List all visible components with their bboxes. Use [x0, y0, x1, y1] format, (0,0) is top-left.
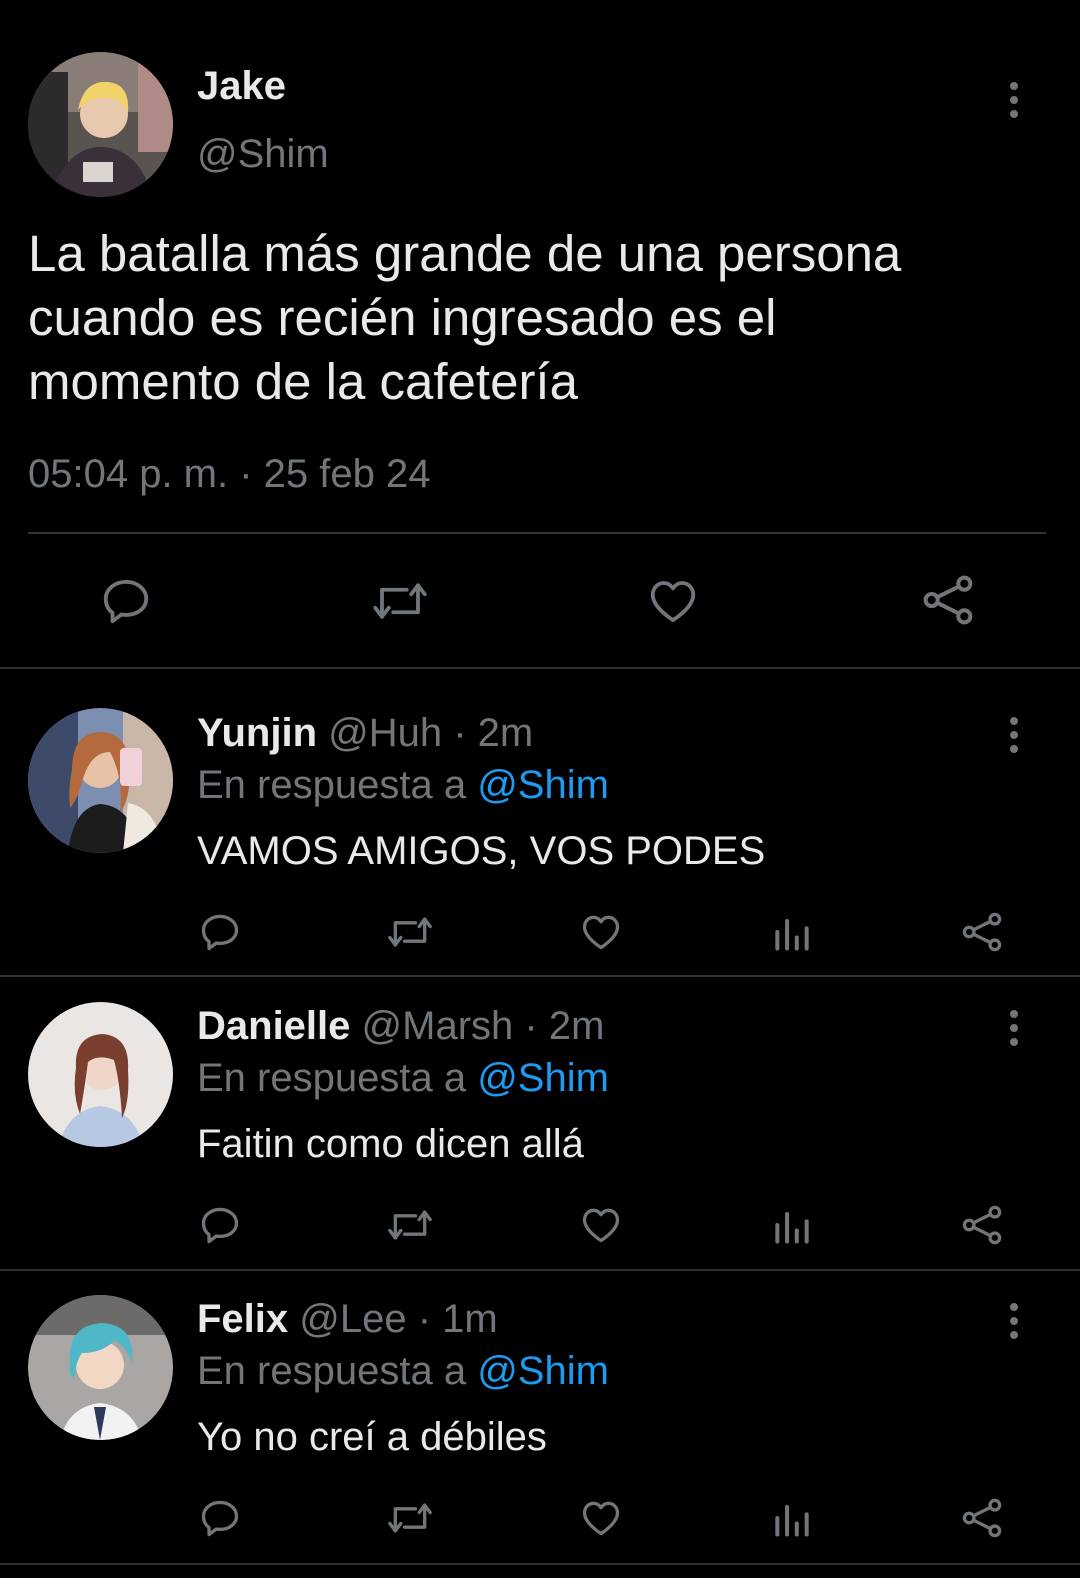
reply-context: En respuesta a @Shim [197, 763, 609, 808]
reply-author-name[interactable]: Yunjin [197, 711, 317, 755]
reply-time: · 2m [524, 1004, 605, 1048]
reply-context-label: En respuesta a [197, 1349, 467, 1393]
tweet-text: La batalla más grande de una persona cua… [28, 222, 901, 414]
tweet-text-line: momento de la cafetería [28, 353, 578, 410]
author-name[interactable]: Jake [197, 64, 286, 109]
views-icon[interactable] [770, 1496, 814, 1540]
reply-to-link[interactable]: @Shim [477, 1056, 609, 1100]
avatar-danielle[interactable] [28, 1002, 173, 1147]
reply-author-handle[interactable]: @Marsh [362, 1004, 514, 1048]
reply-context-label: En respuesta a [197, 763, 467, 807]
reply-to-link[interactable]: @Shim [477, 763, 609, 807]
tweet-text-line: cuando es recién ingresado es el [28, 289, 777, 346]
reply-icon[interactable] [198, 910, 242, 954]
reply-time: · 1m [417, 1297, 498, 1341]
like-icon[interactable] [579, 910, 623, 954]
share-icon[interactable] [960, 910, 1004, 954]
reply-context: En respuesta a @Shim [197, 1349, 609, 1394]
tweet-timestamp[interactable]: 05:04 p. m. · 25 feb 24 [28, 452, 430, 497]
reply-icon[interactable] [198, 1203, 242, 1247]
reply-context-label: En respuesta a [197, 1056, 467, 1100]
share-icon[interactable] [920, 572, 976, 628]
more-options-icon[interactable] [1008, 717, 1020, 753]
reply-author-handle[interactable]: @Huh [328, 711, 442, 755]
reply-text: Faitin como dicen allá [197, 1122, 584, 1166]
reply-icon[interactable] [99, 574, 153, 628]
share-icon[interactable] [960, 1496, 1004, 1540]
more-options-icon[interactable] [1008, 1010, 1020, 1046]
reply-icon[interactable] [198, 1496, 242, 1540]
retweet-icon[interactable] [386, 910, 434, 954]
retweet-icon[interactable] [386, 1203, 434, 1247]
like-icon[interactable] [579, 1203, 623, 1247]
reply-header: Danielle @Marsh · 2m [197, 1004, 604, 1049]
like-icon[interactable] [646, 574, 700, 628]
more-options-icon[interactable] [1008, 1303, 1020, 1339]
divider [0, 1269, 1080, 1271]
tweet-text-line: La batalla más grande de una persona [28, 225, 902, 282]
reply-author-handle[interactable]: @Lee [299, 1297, 406, 1341]
views-icon[interactable] [770, 1203, 814, 1247]
avatar-felix[interactable] [28, 1295, 173, 1440]
reply-text: VAMOS AMIGOS, VOS PODES [197, 829, 766, 873]
share-icon[interactable] [960, 1203, 1004, 1247]
reply-text: Yo no creí a débiles [197, 1415, 547, 1459]
more-options-icon[interactable] [1008, 82, 1020, 118]
reply-time: · 2m [453, 711, 534, 755]
divider [0, 1563, 1080, 1565]
reply-header: Yunjin @Huh · 2m [197, 711, 533, 756]
divider [0, 667, 1080, 669]
retweet-icon[interactable] [386, 1496, 434, 1540]
reply-to-link[interactable]: @Shim [477, 1349, 609, 1393]
author-handle[interactable]: @Shim [197, 132, 329, 177]
retweet-icon[interactable] [370, 574, 430, 628]
reply-context: En respuesta a @Shim [197, 1056, 609, 1101]
avatar-jake[interactable] [28, 52, 173, 197]
divider [0, 975, 1080, 977]
divider [28, 532, 1046, 534]
reply-header: Felix @Lee · 1m [197, 1297, 498, 1342]
reply-author-name[interactable]: Danielle [197, 1004, 350, 1048]
reply-author-name[interactable]: Felix [197, 1297, 288, 1341]
like-icon[interactable] [579, 1496, 623, 1540]
avatar-yunjin[interactable] [28, 708, 173, 853]
views-icon[interactable] [770, 910, 814, 954]
